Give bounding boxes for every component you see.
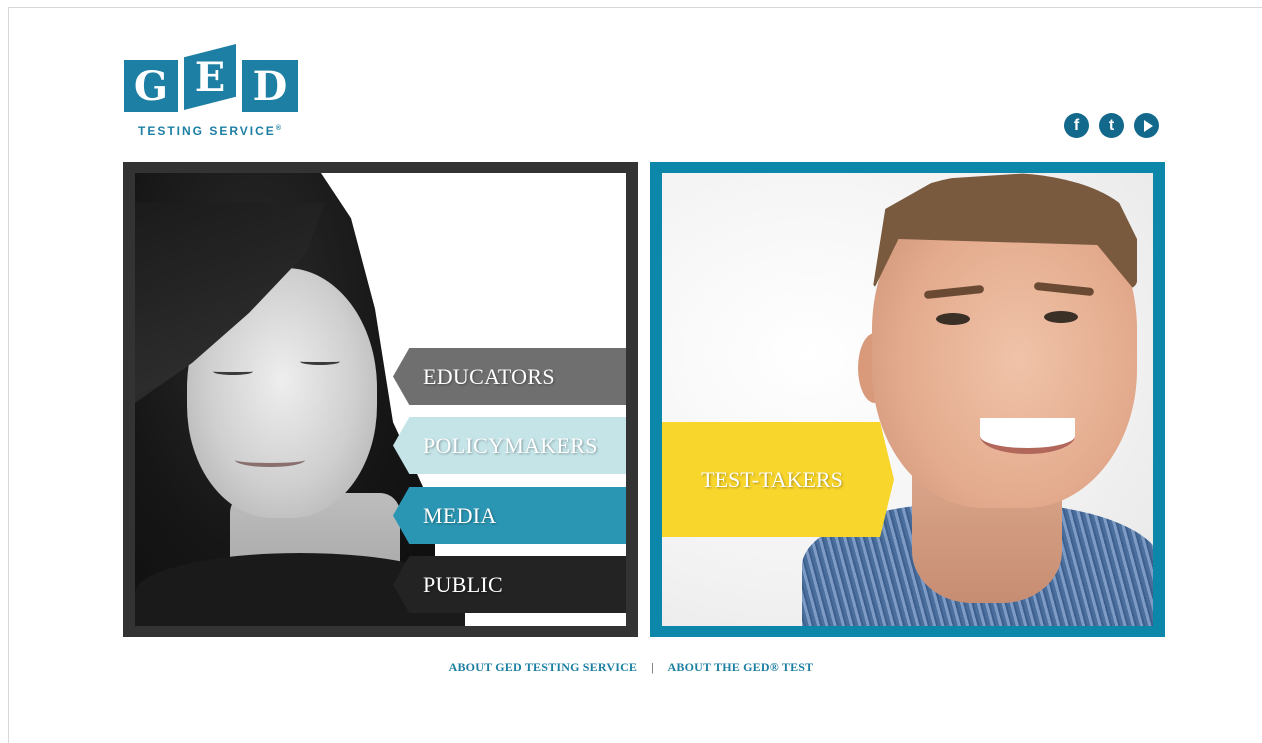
educators-tab[interactable]: EDUCATORS <box>393 348 626 405</box>
man-photo: TEST-TAKERS <box>662 173 1153 626</box>
audience-panel: EDUCATORS POLICYMAKERS MEDIA PUBLIC <box>123 162 638 637</box>
logo-registered-mark: ® <box>275 125 281 132</box>
ged-logo[interactable]: G E D TESTING SERVICE® <box>124 42 300 142</box>
logo-tagline: TESTING SERVICE® <box>138 124 281 138</box>
photo-mouth <box>235 453 305 467</box>
footer-links: ABOUT GED TESTING SERVICE | ABOUT THE GE… <box>0 660 1262 675</box>
test-takers-panel: TEST-TAKERS <box>650 162 1165 637</box>
about-the-ged-test-link[interactable]: ABOUT THE GED® TEST <box>668 660 814 675</box>
public-tab[interactable]: PUBLIC <box>393 556 626 613</box>
logo-letter-d: D <box>242 60 298 112</box>
media-tab[interactable]: MEDIA <box>393 487 626 544</box>
facebook-icon[interactable]: f <box>1064 113 1089 138</box>
photo-eye-right <box>1044 311 1078 323</box>
policymakers-tab[interactable]: POLICYMAKERS <box>393 417 626 474</box>
logo-tagline-text: TESTING SERVICE <box>138 124 276 138</box>
test-takers-tab[interactable]: TEST-TAKERS <box>662 422 894 537</box>
logo-letter-e: E <box>184 44 236 110</box>
about-ged-testing-service-link[interactable]: ABOUT GED TESTING SERVICE <box>449 660 638 675</box>
photo-mouth <box>980 418 1075 454</box>
footer-separator: | <box>651 660 654 674</box>
woman-photo: EDUCATORS POLICYMAKERS MEDIA PUBLIC <box>135 173 626 626</box>
photo-eye-left <box>936 313 970 325</box>
video-play-icon[interactable] <box>1134 113 1159 138</box>
play-triangle <box>1143 119 1153 132</box>
photo-eye-right <box>300 358 340 365</box>
logo-letter-g: G <box>124 60 178 112</box>
twitter-icon[interactable]: t <box>1099 113 1124 138</box>
photo-eye-left <box>213 368 253 375</box>
social-links: f t <box>1064 113 1159 138</box>
